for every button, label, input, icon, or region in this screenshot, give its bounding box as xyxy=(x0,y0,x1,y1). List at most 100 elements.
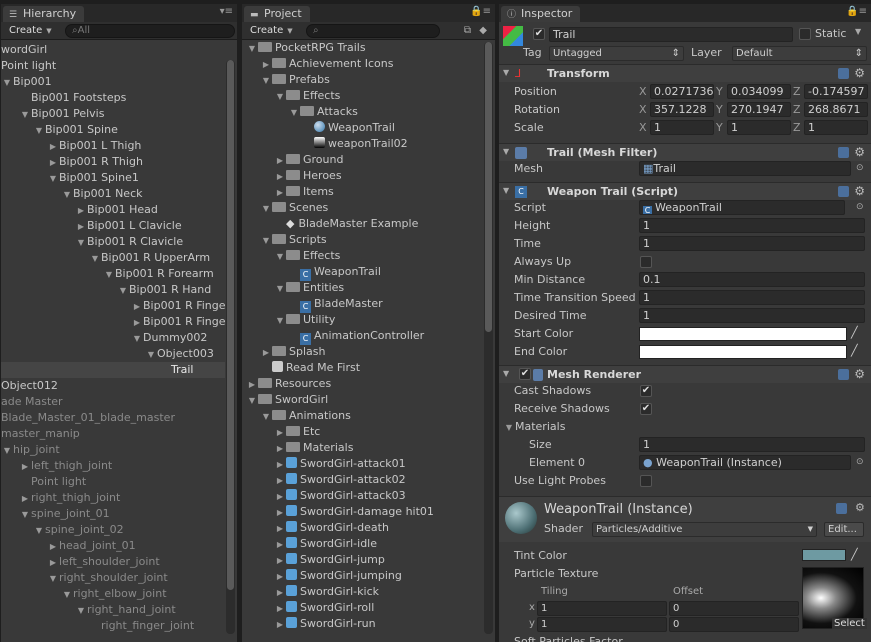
materials-foldout[interactable]: ▼ Materials xyxy=(503,419,566,435)
project-row[interactable]: ▶ Ground xyxy=(242,152,483,168)
object-name-field[interactable]: Trail xyxy=(549,27,793,42)
expanded-arrow-icon[interactable]: ▼ xyxy=(47,171,59,187)
collapsed-arrow-icon[interactable]: ▶ xyxy=(246,377,258,393)
mesh-renderer-header[interactable]: ▼ ✔ Mesh Renderer ⚙ xyxy=(499,365,871,383)
collapsed-arrow-icon[interactable]: ▶ xyxy=(75,219,87,235)
collapsed-arrow-icon[interactable]: ▶ xyxy=(274,537,286,553)
object-picker-icon[interactable]: ⊙ xyxy=(856,457,864,467)
project-row[interactable]: ▶ SwordGirl-attack02 xyxy=(242,472,483,488)
lock-icon[interactable]: 🔒≡ xyxy=(846,6,867,17)
edit-shader-button[interactable]: Edit... xyxy=(824,522,864,537)
expanded-arrow-icon[interactable]: ▼ xyxy=(288,105,300,121)
chevron-down-icon[interactable]: ▼ xyxy=(855,27,861,36)
lock-icon[interactable]: 🔒≡ xyxy=(470,6,491,17)
shader-dropdown[interactable]: Particles/Additive ▼ xyxy=(592,522,817,537)
project-row[interactable]: ▶ Materials xyxy=(242,440,483,456)
transform-rotation-x-field[interactable]: 357.1228 xyxy=(650,102,714,117)
tiling-y-field[interactable]: 1 xyxy=(537,617,667,632)
project-row[interactable]: ▼ PocketRPG Trails xyxy=(242,42,483,56)
expanded-arrow-icon[interactable]: ▼ xyxy=(47,571,59,587)
help-icon[interactable] xyxy=(838,186,849,197)
collapsed-arrow-icon[interactable]: ▶ xyxy=(47,555,59,571)
panel-menu-icon[interactable]: ▾≡ xyxy=(220,6,233,17)
project-row[interactable]: ▼ SwordGirl xyxy=(242,392,483,408)
select-texture-button[interactable]: Select xyxy=(832,618,867,629)
expanded-arrow-icon[interactable]: ▼ xyxy=(19,107,31,123)
expanded-arrow-icon[interactable]: ▼ xyxy=(89,251,101,267)
hierarchy-row[interactable]: master_manip xyxy=(1,426,225,442)
tab-project[interactable]: ▬ Project xyxy=(244,6,310,22)
project-row[interactable]: C BladeMaster xyxy=(242,296,483,313)
transform-position-x-field[interactable]: 0.0271736 xyxy=(650,84,714,99)
expanded-arrow-icon[interactable]: ▼ xyxy=(260,409,272,425)
project-row[interactable]: ▼ Prefabs xyxy=(242,72,483,88)
static-checkbox[interactable] xyxy=(799,28,811,40)
hierarchy-row[interactable]: ▼ Dummy002 xyxy=(1,330,225,346)
project-row[interactable]: ▼ Scenes xyxy=(242,200,483,216)
active-checkbox[interactable]: ✔ xyxy=(533,28,545,40)
hierarchy-row[interactable]: ▼ Bip001 Pelvis xyxy=(1,106,225,122)
project-row[interactable]: ▶ SwordGirl-attack03 xyxy=(242,488,483,504)
expanded-arrow-icon[interactable]: ▼ xyxy=(131,331,143,347)
project-row[interactable]: ▼ Attacks xyxy=(242,104,483,120)
filter-type-icon[interactable]: ⧉ xyxy=(464,25,471,36)
collapsed-arrow-icon[interactable]: ▶ xyxy=(274,473,286,489)
project-row[interactable]: ◆ BladeMaster Example xyxy=(242,216,483,232)
collapsed-arrow-icon[interactable]: ▶ xyxy=(274,601,286,617)
hierarchy-row[interactable]: ▼ Bip001 Spine1 xyxy=(1,170,225,186)
expanded-arrow-icon[interactable]: ▼ xyxy=(260,233,272,249)
transform-scale-y-field[interactable]: 1 xyxy=(727,120,791,135)
expanded-arrow-icon[interactable]: ▼ xyxy=(1,75,13,91)
gear-icon[interactable]: ⚙ xyxy=(854,66,865,80)
project-row[interactable]: ▶ Heroes xyxy=(242,168,483,184)
hierarchy-row[interactable]: ▼ Object003 xyxy=(1,346,225,362)
collapsed-arrow-icon[interactable]: ▶ xyxy=(47,539,59,555)
collapsed-arrow-icon[interactable]: ▶ xyxy=(131,299,143,315)
script-field[interactable]: C WeaponTrail xyxy=(639,200,845,215)
expanded-arrow-icon[interactable]: ▼ xyxy=(246,42,258,57)
transform-rotation-y-field[interactable]: 270.1947 xyxy=(727,102,791,117)
collapsed-arrow-icon[interactable]: ▶ xyxy=(274,569,286,585)
expanded-arrow-icon[interactable]: ▼ xyxy=(19,507,31,523)
project-row[interactable]: ▼ Effects xyxy=(242,88,483,104)
collapsed-arrow-icon[interactable]: ▶ xyxy=(19,459,31,475)
collapsed-arrow-icon[interactable]: ▶ xyxy=(274,457,286,473)
light-probes-checkbox[interactable] xyxy=(640,475,652,487)
hierarchy-row[interactable]: ▼ right_elbow_joint xyxy=(1,586,225,602)
hierarchy-row[interactable]: right_finger_joint xyxy=(1,618,225,634)
project-row[interactable]: C WeaponTrail xyxy=(242,264,483,281)
expanded-arrow-icon[interactable]: ▼ xyxy=(103,267,115,283)
hierarchy-row[interactable]: ▼ spine_joint_01 xyxy=(1,506,225,522)
scroll-thumb[interactable] xyxy=(485,42,492,332)
collapsed-arrow-icon[interactable]: ▶ xyxy=(131,315,143,331)
transform-scale-z-field[interactable]: 1 xyxy=(804,120,868,135)
collapsed-arrow-icon[interactable]: ▶ xyxy=(19,491,31,507)
collapsed-arrow-icon[interactable]: ▶ xyxy=(274,441,286,457)
project-row[interactable]: ▼ Effects xyxy=(242,248,483,264)
end-color-swatch[interactable] xyxy=(639,345,847,359)
project-row[interactable]: ▶ Resources xyxy=(242,376,483,392)
mesh-renderer-enabled-checkbox[interactable]: ✔ xyxy=(519,368,531,380)
collapsed-arrow-icon[interactable]: ▶ xyxy=(274,489,286,505)
expanded-arrow-icon[interactable]: ▼ xyxy=(117,283,129,299)
tiling-x-field[interactable]: 1 xyxy=(537,601,667,616)
hierarchy-row[interactable]: ▼ spine_joint_02 xyxy=(1,522,225,538)
hierarchy-row[interactable]: ▶Bip001 R Finger0 xyxy=(1,298,225,314)
collapsed-arrow-icon[interactable]: ▶ xyxy=(274,425,286,441)
project-row[interactable]: ▶ SwordGirl-roll xyxy=(242,600,483,616)
collapsed-arrow-icon[interactable]: ▶ xyxy=(274,505,286,521)
collapsed-arrow-icon[interactable]: ▶ xyxy=(260,345,272,361)
transform-position-y-field[interactable]: 0.034099 xyxy=(727,84,791,99)
create-button[interactable]: Create ▼ xyxy=(5,24,57,38)
hierarchy-row[interactable]: ▶ left_thigh_joint xyxy=(1,458,225,474)
collapsed-arrow-icon[interactable]: ▶ xyxy=(274,169,286,185)
hierarchy-row[interactable]: Trail xyxy=(1,362,225,378)
project-row[interactable]: Read Me First xyxy=(242,360,483,376)
expanded-arrow-icon[interactable]: ▼ xyxy=(61,187,73,203)
gear-icon[interactable]: ⚙ xyxy=(854,367,865,381)
hierarchy-row[interactable]: Bip001 Footsteps xyxy=(1,90,225,106)
transform-rotation-z-field[interactable]: 268.8671 xyxy=(804,102,868,117)
help-icon[interactable] xyxy=(838,147,849,158)
project-row[interactable]: ▶ SwordGirl-death xyxy=(242,520,483,536)
weapon-trail-field-value[interactable]: 1 xyxy=(639,308,865,323)
